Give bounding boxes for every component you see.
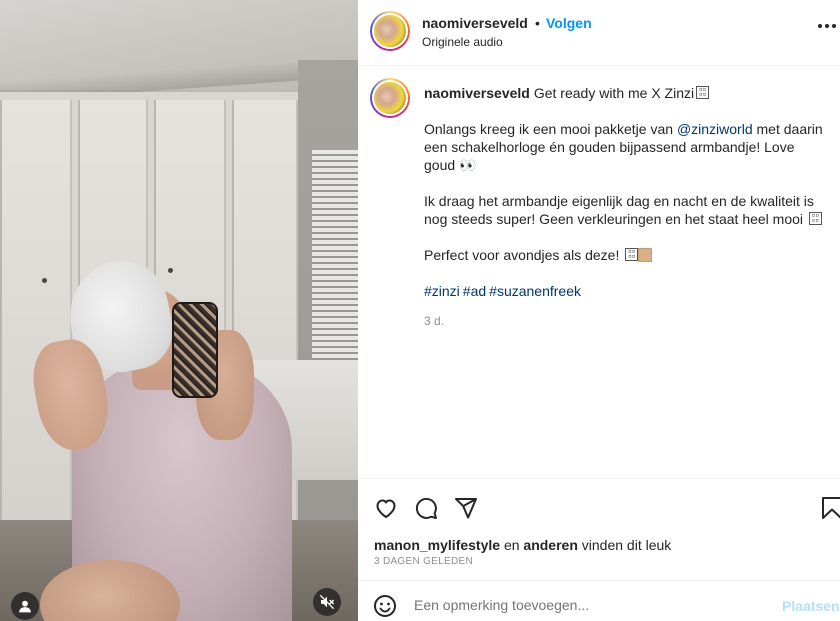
post-side-panel: naomiverseveld • Volgen Originele audio …: [358, 0, 840, 621]
mute-toggle-button[interactable]: [313, 588, 341, 616]
more-icon: [818, 24, 836, 28]
tagged-users-button[interactable]: [11, 592, 39, 620]
likes-suffix: vinden dit leuk: [581, 537, 672, 553]
post-date[interactable]: 3 DAGEN GELEDEN: [374, 556, 473, 567]
liker-username[interactable]: manon_mylifestyle: [374, 537, 500, 553]
caption-title: Get ready with me X Zinzi: [533, 85, 695, 101]
hashtag-link[interactable]: #zinzi: [424, 283, 460, 299]
video-door: [0, 100, 72, 550]
hashtag-list: #zinzi #ad #suzanenfreek: [424, 282, 828, 300]
bookmark-icon: [822, 497, 840, 519]
video-window-blinds: [312, 150, 358, 360]
emoji-icon: [374, 595, 396, 617]
emoji-placeholder-icon: ▫▫ ▫▫: [696, 86, 710, 99]
likes-connector: en: [503, 537, 520, 553]
comment-form: Plaatsen: [358, 580, 840, 621]
audio-label[interactable]: Originele audio: [422, 35, 503, 49]
separator-dot: •: [535, 15, 540, 31]
skin-tone-emoji-icon: [638, 248, 653, 262]
author-username[interactable]: naomiverseveld: [422, 15, 528, 31]
muted-icon: [319, 594, 335, 610]
comment-button[interactable]: [412, 494, 440, 522]
avatar[interactable]: [370, 11, 410, 51]
caption-paragraph: Onlangs kreeg ik een mooi pakketje van: [424, 121, 674, 137]
share-icon: [455, 498, 477, 519]
eyes-emoji: 👀: [459, 157, 477, 173]
save-button[interactable]: [818, 494, 840, 522]
comment-icon: [415, 497, 437, 519]
caption-section: naomiverseveld Get ready with me X Zinzi ▫…: [358, 66, 840, 478]
heart-icon: [376, 499, 396, 518]
user-icon: [19, 600, 31, 613]
hashtag-link[interactable]: #suzanenfreek: [489, 283, 581, 299]
post-video[interactable]: [0, 0, 358, 621]
post-actions: manon_mylifestyle en anderen vinden dit …: [358, 478, 840, 574]
share-button[interactable]: [452, 494, 480, 522]
likes-others-link[interactable]: anderen: [523, 537, 577, 553]
caption-username[interactable]: naomiverseveld: [424, 85, 530, 101]
avatar[interactable]: [370, 78, 410, 118]
hashtag-link[interactable]: #ad: [463, 283, 486, 299]
more-options-button[interactable]: [818, 24, 836, 28]
likes-summary: manon_mylifestyle en anderen vinden dit …: [374, 537, 671, 553]
emoji-picker-button[interactable]: [372, 593, 398, 619]
post-comment-button[interactable]: Plaatsen: [782, 598, 840, 614]
emoji-placeholder-icon: ▫▫ ▫▫: [808, 212, 822, 225]
mention-link[interactable]: @zinziworld: [677, 121, 753, 137]
comment-input[interactable]: [414, 597, 774, 613]
post-header: naomiverseveld • Volgen Originele audio: [358, 0, 840, 66]
video-phone: [172, 302, 218, 398]
follow-button[interactable]: Volgen: [546, 15, 592, 31]
caption-paragraph: Perfect voor avondjes als deze!: [424, 247, 620, 263]
caption-paragraph: Ik draag het armbandje eigenlijk dag en …: [424, 193, 814, 227]
caption-body: naomiverseveld Get ready with me X Zinzi ▫…: [424, 84, 828, 330]
caption-timestamp[interactable]: 3 d.: [424, 312, 828, 330]
emoji-placeholder-icon: ▫▫ ▫▫: [625, 248, 639, 261]
like-button[interactable]: [372, 494, 400, 522]
